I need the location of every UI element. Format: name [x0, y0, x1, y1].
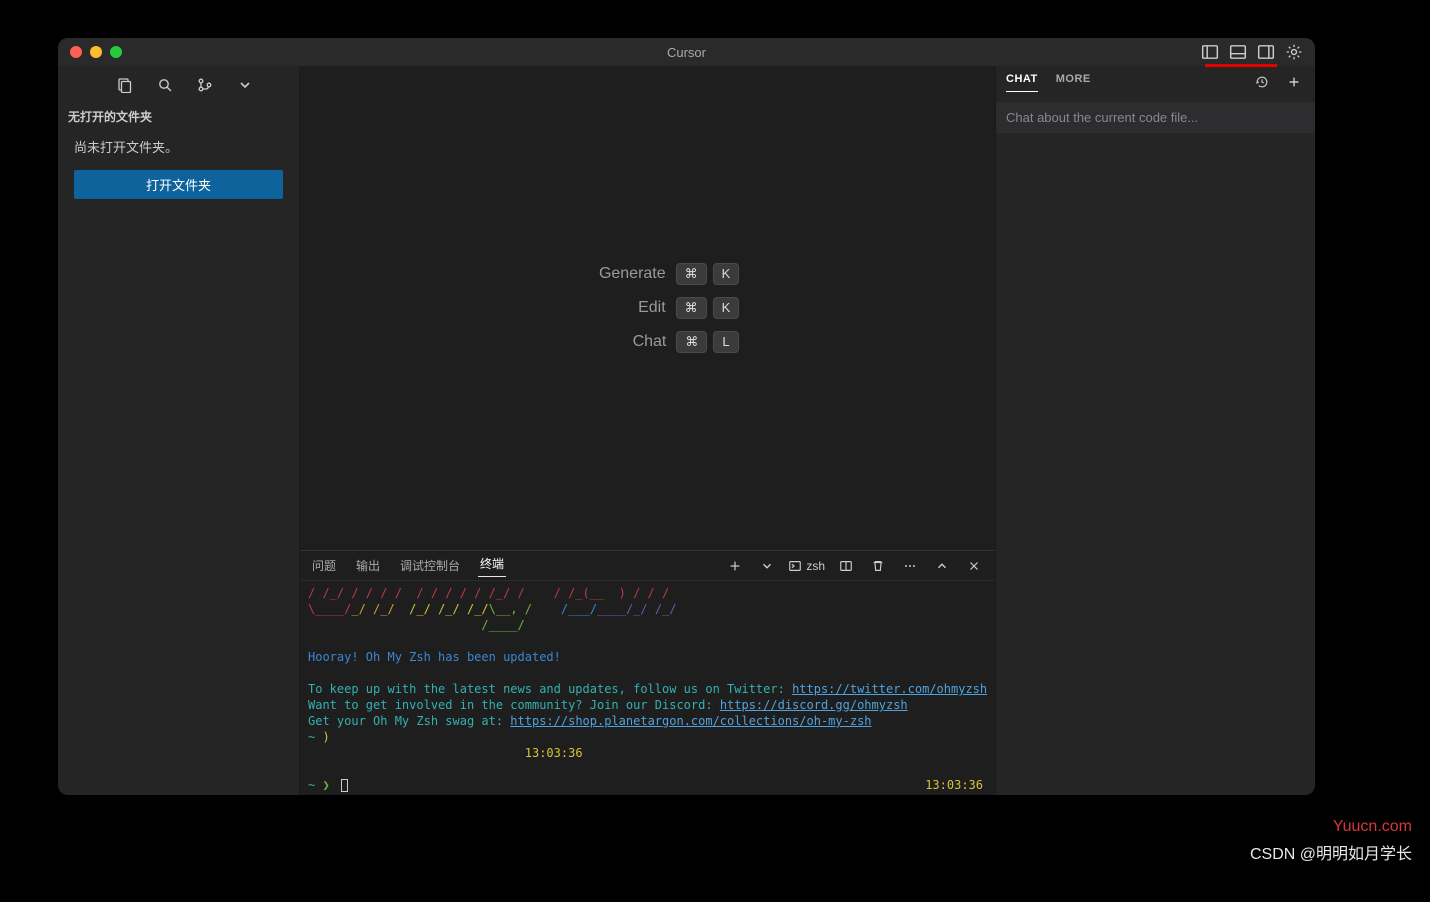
panel-tabs: 问题 输出 调试控制台 终端 zsh [300, 551, 995, 581]
shell-name: zsh [806, 559, 825, 573]
toggle-bottom-panel-icon[interactable] [1227, 41, 1249, 63]
key-k: K [713, 263, 740, 285]
terminal-line: Get your Oh My Zsh swag at: [308, 714, 510, 728]
tab-terminal[interactable]: 终端 [478, 555, 506, 577]
maximize-panel-icon[interactable] [931, 555, 953, 577]
toggle-right-panel-icon[interactable] [1255, 41, 1277, 63]
shortcut-label: Generate [556, 265, 666, 283]
watermark-site: Yuucn.com [1333, 818, 1412, 836]
prompt-arrow: ❯ [322, 778, 329, 792]
prompt-path: ~ [308, 730, 315, 744]
twitter-link[interactable]: https://twitter.com/ohmyzsh [792, 682, 987, 696]
ascii-art-line: / /_/ / / / / / / / / / /_/ / / /_(__ ) … [308, 586, 669, 600]
close-panel-icon[interactable] [963, 555, 985, 577]
chat-input[interactable]: Chat about the current code file... [996, 102, 1315, 133]
layout-actions [1199, 41, 1305, 63]
search-icon[interactable] [154, 74, 176, 96]
chevron-down-icon[interactable] [234, 74, 256, 96]
sidebar-section-title: 无打开的文件夹 [58, 104, 299, 131]
terminal-line: Hooray! Oh My Zsh has been updated! [308, 650, 561, 664]
new-chat-icon[interactable] [1283, 71, 1305, 93]
chevron-down-icon[interactable] [756, 555, 778, 577]
bottom-panel: 问题 输出 调试控制台 终端 zsh [300, 550, 995, 795]
shortcut-generate: Generate ⌘ K [556, 263, 740, 285]
terminal-time: 13:03:36 [525, 746, 583, 760]
watermark-csdn: CSDN @明明如月学长 [1250, 840, 1412, 864]
tab-problems[interactable]: 问题 [310, 557, 338, 574]
sidebar-message: 尚未打开文件夹。 [58, 131, 299, 162]
chat-placeholder-text: Chat about the current code file... [1006, 110, 1198, 125]
shortcut-label: Edit [556, 299, 666, 317]
ascii-art-line: /____/ [308, 618, 525, 632]
chat-panel: CHAT MORE Chat about the current code fi… [995, 66, 1315, 795]
editor-area: Generate ⌘ K Edit ⌘ K Chat ⌘ [300, 66, 995, 795]
open-folder-button[interactable]: 打开文件夹 [74, 170, 283, 199]
new-terminal-icon[interactable] [724, 555, 746, 577]
terminal-cursor [341, 779, 348, 792]
terminal-shell-icon[interactable]: zsh [788, 555, 825, 577]
key-k: K [713, 297, 740, 319]
more-actions-icon[interactable] [899, 555, 921, 577]
kill-terminal-icon[interactable] [867, 555, 889, 577]
terminal-time: 13:03:36 [925, 777, 983, 793]
source-control-icon[interactable] [194, 74, 216, 96]
tab-debug-console[interactable]: 调试控制台 [398, 557, 462, 574]
shortcut-label: Chat [556, 333, 666, 351]
chat-tabs: CHAT MORE [996, 66, 1315, 98]
tab-more[interactable]: MORE [1056, 73, 1091, 91]
terminal-line: To keep up with the latest news and upda… [308, 682, 792, 696]
tab-output[interactable]: 输出 [354, 557, 382, 574]
app-window: Cursor [58, 38, 1315, 795]
settings-gear-icon[interactable] [1283, 41, 1305, 63]
shortcut-chat: Chat ⌘ L [556, 331, 738, 353]
sidebar-toolbar [58, 66, 299, 104]
panel-actions: zsh [724, 555, 985, 577]
key-cmd: ⌘ [676, 331, 707, 353]
terminal-output[interactable]: / /_/ / / / / / / / / / /_/ / / /_(__ ) … [300, 581, 995, 795]
key-cmd: ⌘ [676, 297, 707, 319]
explorer-icon[interactable] [114, 74, 136, 96]
tab-chat[interactable]: CHAT [1006, 73, 1038, 92]
prompt-paren: ) [322, 730, 329, 744]
main-area: 无打开的文件夹 尚未打开文件夹。 打开文件夹 Generate ⌘ K Edit… [58, 66, 1315, 795]
toggle-left-panel-icon[interactable] [1199, 41, 1221, 63]
window-title: Cursor [58, 45, 1315, 60]
key-cmd: ⌘ [676, 263, 707, 285]
prompt-path: ~ [308, 778, 315, 792]
titlebar: Cursor [58, 38, 1315, 66]
swag-link[interactable]: https://shop.planetargon.com/collections… [510, 714, 871, 728]
split-terminal-icon[interactable] [835, 555, 857, 577]
sidebar: 无打开的文件夹 尚未打开文件夹。 打开文件夹 [58, 66, 300, 795]
discord-link[interactable]: https://discord.gg/ohmyzsh [720, 698, 908, 712]
key-l: L [713, 331, 738, 353]
terminal-line: Want to get involved in the community? J… [308, 698, 720, 712]
shortcut-edit: Edit ⌘ K [556, 297, 740, 319]
annotation-underline [1205, 64, 1277, 67]
history-icon[interactable] [1251, 71, 1273, 93]
editor-empty-state: Generate ⌘ K Edit ⌘ K Chat ⌘ [300, 66, 995, 550]
